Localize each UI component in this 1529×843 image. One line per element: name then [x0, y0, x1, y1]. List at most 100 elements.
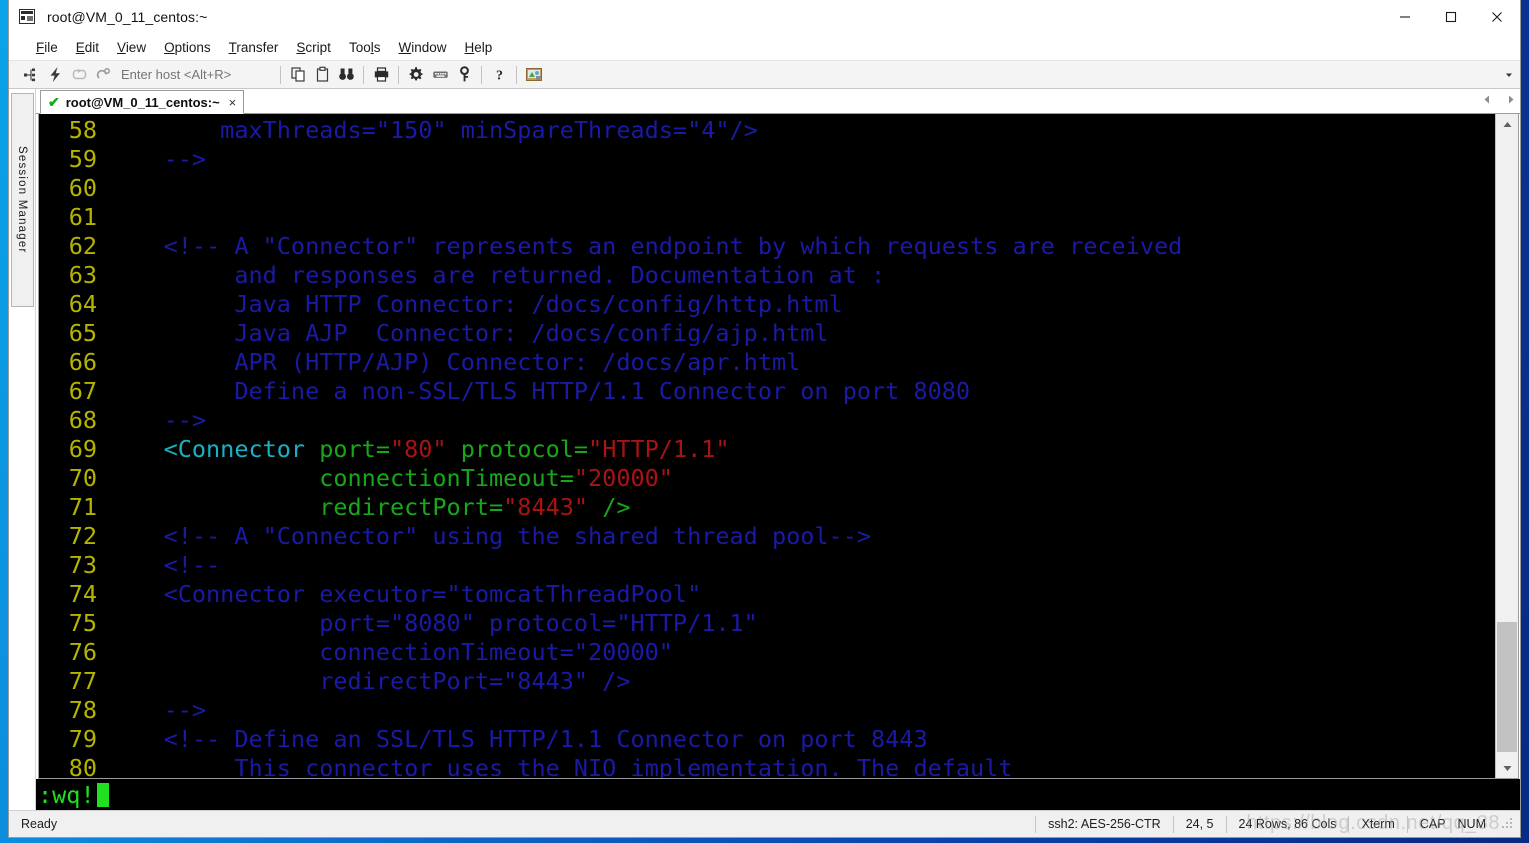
terminal-line: 77 redirectPort="8443" /> — [39, 667, 1495, 696]
terminal-line: 61 — [39, 203, 1495, 232]
terminal-line: 67 Define a non-SSL/TLS HTTP/1.1 Connect… — [39, 377, 1495, 406]
line-content: <!-- A "Connector" represents an endpoin… — [107, 232, 1495, 261]
line-content: redirectPort="8443" /> — [107, 667, 1495, 696]
terminal-line: 76 connectionTimeout="20000" — [39, 638, 1495, 667]
code-token: Java AJP Connector: /docs/config/ajp.htm… — [107, 319, 829, 347]
ssh-session-icon[interactable] — [522, 63, 546, 86]
maximize-button[interactable] — [1428, 0, 1474, 34]
line-content — [107, 174, 1495, 203]
terminal-screen[interactable]: 58 maxThreads="150" minSpareThreads="4"/… — [39, 114, 1495, 778]
line-content: and responses are returned. Documentatio… — [107, 261, 1495, 290]
code-token: <!-- A "Connector" represents an endpoin… — [107, 232, 1183, 260]
code-token: redirectPort="8443" /> — [107, 667, 631, 695]
code-token: --> — [107, 406, 207, 434]
gear-icon[interactable] — [404, 63, 428, 86]
line-number: 74 — [68, 580, 97, 608]
menu-view[interactable]: View — [108, 37, 155, 58]
code-token: "8443" — [503, 493, 589, 521]
tab-prev-icon[interactable] — [1482, 92, 1493, 110]
resize-grip[interactable] — [1500, 816, 1516, 832]
session-tab-label: root@VM_0_11_centos:~ — [65, 94, 220, 110]
terminal-line: 69 <Connector port="80" protocol="HTTP/1… — [39, 435, 1495, 464]
line-number: 66 — [68, 348, 97, 376]
session-connected-icon: ✔ — [48, 94, 60, 110]
line-number: 64 — [68, 290, 97, 318]
quick-connect-icon[interactable] — [43, 63, 67, 86]
copy-icon[interactable] — [286, 63, 310, 86]
code-token: maxThreads="150" minSpareThreads="4"/> — [107, 116, 758, 144]
session-tab[interactable]: ✔ root@VM_0_11_centos:~ × — [40, 90, 245, 114]
toolbar-separator — [481, 65, 482, 84]
terminal-cursor — [96, 782, 109, 807]
line-number: 67 — [68, 377, 97, 405]
close-tab-icon[interactable]: × — [229, 95, 237, 110]
paste-icon[interactable] — [310, 63, 334, 86]
disconnect-icon[interactable] — [91, 63, 115, 86]
terminal-scrollbar[interactable] — [1495, 114, 1518, 778]
line-content: Java HTTP Connector: /docs/config/http.h… — [107, 290, 1495, 319]
toolbar-separator — [363, 65, 364, 84]
terminal-line: 62 <!-- A "Connector" represents an endp… — [39, 232, 1495, 261]
line-number: 60 — [68, 174, 97, 202]
connect-icon[interactable] — [19, 63, 43, 86]
code-token: This connector uses the NIO implementati… — [107, 754, 1013, 778]
terminal-line: 72 <!-- A "Connector" using the shared t… — [39, 522, 1495, 551]
status-bar: Ready ssh2: AES-256-CTR 24, 5 24 Rows, 8… — [9, 810, 1520, 837]
terminal-line: 73 <!-- — [39, 551, 1495, 580]
code-token: and responses are returned. Documentatio… — [107, 261, 886, 289]
code-token: "20000" — [573, 464, 673, 492]
find-icon[interactable] — [334, 63, 358, 86]
terminal-line: 78 --> — [39, 696, 1495, 725]
svg-text:?: ? — [496, 68, 503, 83]
minimize-button[interactable] — [1382, 0, 1428, 34]
code-token: APR (HTTP/AJP) Connector: /docs/apr.html — [107, 348, 801, 376]
session-manager-tab[interactable]: Session Manager — [10, 93, 34, 307]
menu-tools[interactable]: Tools — [340, 37, 390, 58]
menu-script[interactable]: Script — [287, 37, 340, 58]
code-token: /> — [588, 493, 631, 521]
keyboard-icon[interactable] — [428, 63, 452, 86]
line-content: redirectPort="8443" /> — [107, 493, 1495, 522]
line-content: --> — [107, 145, 1495, 174]
line-number: 77 — [68, 667, 97, 695]
reconnect-icon[interactable] — [67, 63, 91, 86]
tab-next-icon[interactable] — [1505, 92, 1516, 110]
menu-transfer[interactable]: Transfer — [220, 37, 288, 58]
line-number: 78 — [68, 696, 97, 724]
line-number: 73 — [68, 551, 97, 579]
help-icon[interactable]: ? — [487, 63, 511, 86]
line-number: 58 — [68, 116, 97, 144]
key-icon[interactable] — [452, 63, 476, 86]
vim-command-text: :wq! — [38, 780, 95, 809]
toolbar: ? — [9, 61, 1520, 89]
menu-window[interactable]: Window — [389, 37, 455, 58]
toolbar-overflow-button[interactable] — [1504, 61, 1514, 88]
scroll-up-icon[interactable] — [1496, 114, 1518, 134]
line-content: maxThreads="150" minSpareThreads="4"/> — [107, 116, 1495, 145]
terminal-line: 58 maxThreads="150" minSpareThreads="4"/… — [39, 116, 1495, 145]
menu-file[interactable]: File — [27, 37, 67, 58]
main-body: Session Manager ✔ root@VM_0_11_centos:~ … — [9, 89, 1520, 810]
terminal-line: 68 --> — [39, 406, 1495, 435]
menu-bar: File Edit View Options Transfer Script T… — [9, 35, 1520, 61]
host-input[interactable] — [115, 64, 275, 85]
menu-help[interactable]: Help — [456, 37, 502, 58]
scrollbar-thumb[interactable] — [1497, 622, 1517, 752]
line-number: 79 — [68, 725, 97, 753]
scrollbar-track[interactable] — [1496, 134, 1518, 758]
close-button[interactable] — [1474, 0, 1520, 34]
print-icon[interactable] — [369, 63, 393, 86]
toolbar-separator — [280, 65, 281, 84]
code-token: port="8080" protocol="HTTP/1.1" — [107, 609, 758, 637]
code-token: <Connector — [107, 435, 320, 463]
status-right-group: ssh2: AES-256-CTR 24, 5 24 Rows, 86 Cols… — [1035, 811, 1520, 837]
line-number: 70 — [68, 464, 97, 492]
line-content: <!-- — [107, 551, 1495, 580]
menu-edit[interactable]: Edit — [67, 37, 108, 58]
line-content: <!-- A "Connector" using the shared thre… — [107, 522, 1495, 551]
menu-options[interactable]: Options — [155, 37, 220, 58]
side-strip: Session Manager — [9, 89, 36, 810]
line-number: 71 — [68, 493, 97, 521]
line-number: 69 — [68, 435, 97, 463]
scroll-down-icon[interactable] — [1496, 758, 1518, 778]
